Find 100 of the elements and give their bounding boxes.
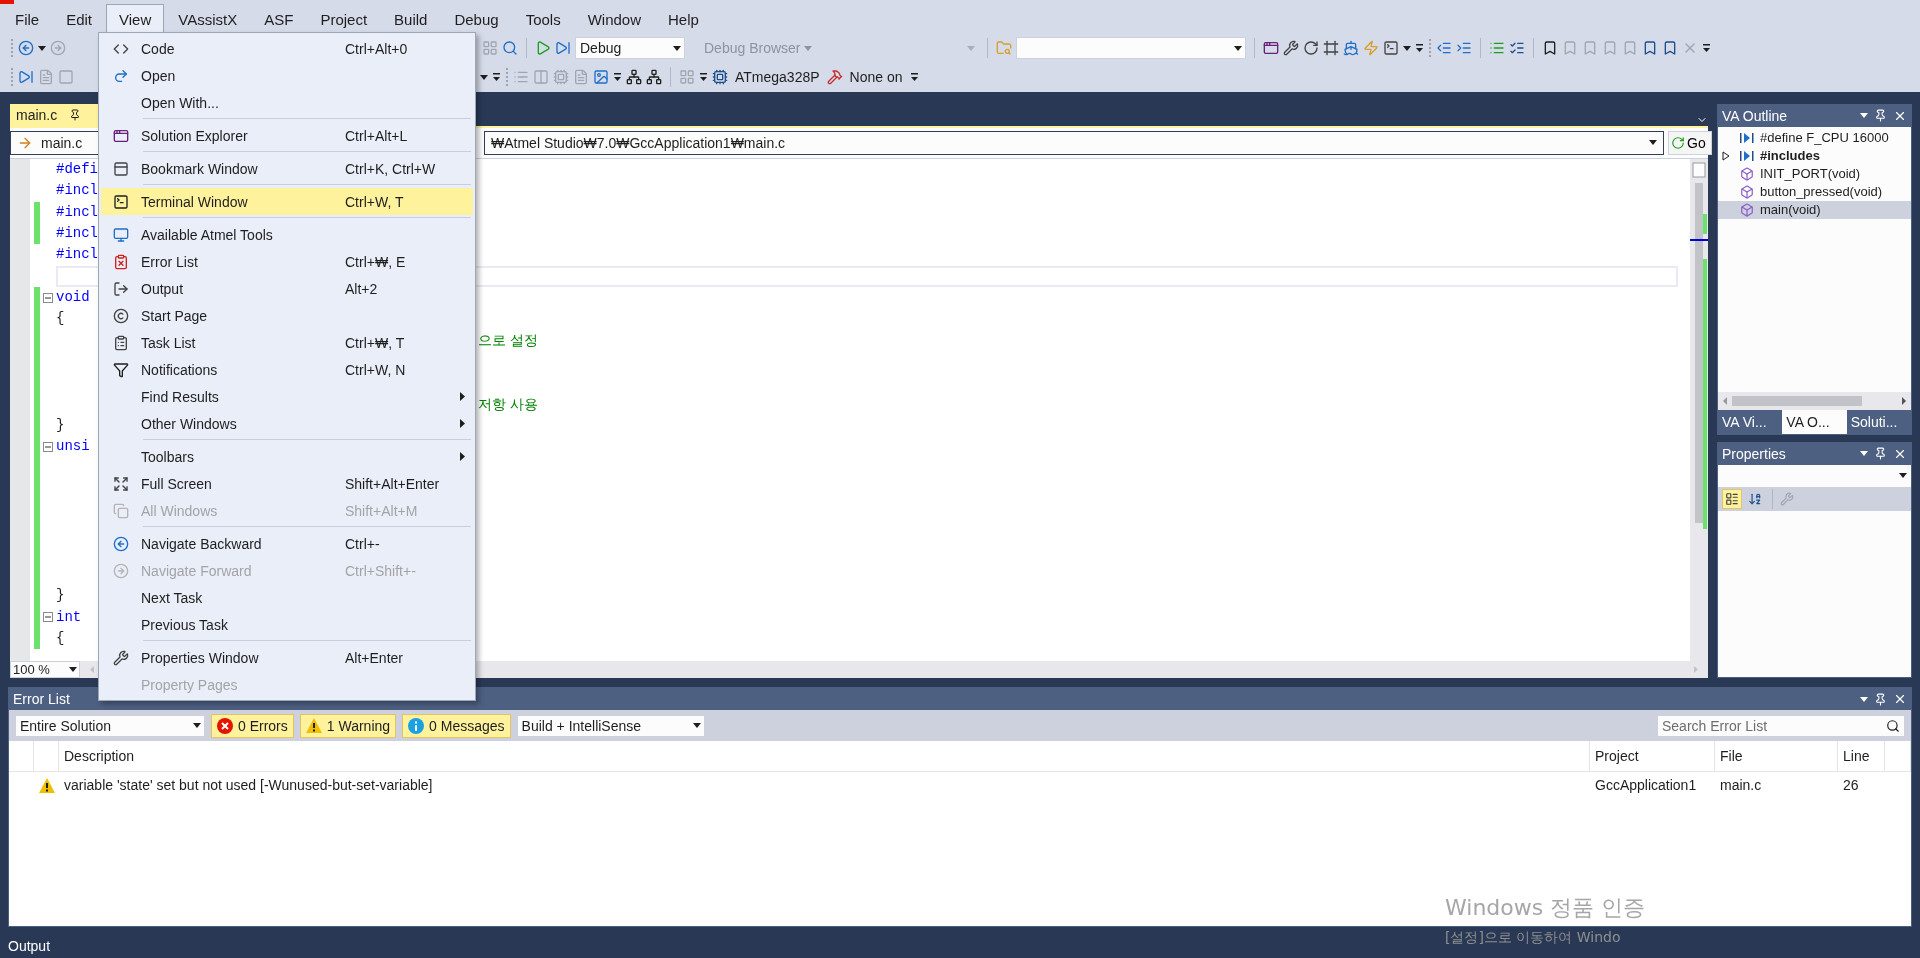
output-tab[interactable]: Output — [8, 938, 51, 954]
outline-item[interactable]: #define F_CPU 16000 — [1718, 128, 1911, 147]
collapse-icon[interactable] — [43, 292, 53, 303]
menu-item[interactable]: View — [106, 4, 165, 34]
overflow-icon[interactable] — [613, 72, 622, 83]
find-field[interactable] — [1015, 37, 1246, 60]
menu-entry[interactable]: Available Atmel Tools — [101, 221, 473, 248]
back-icon[interactable] — [18, 40, 34, 57]
filter-button[interactable]: 0 Messages — [402, 713, 511, 738]
overflow-icon[interactable] — [492, 72, 501, 83]
overflow-icon[interactable] — [1701, 43, 1711, 54]
configuration-dropdown[interactable]: Debug — [575, 37, 685, 60]
path-dropdown[interactable]: ₩Atmel Studio₩7.0₩GccApplication1₩main.c — [484, 130, 1664, 155]
pin-icon[interactable] — [69, 108, 82, 121]
column-header[interactable]: File — [1715, 741, 1838, 773]
menu-entry[interactable]: Navigate Backward Ctrl+- — [101, 530, 473, 557]
menu-entry[interactable]: Start Page — [101, 302, 473, 329]
overflow-icon[interactable] — [909, 72, 919, 83]
window-icon[interactable] — [1262, 40, 1279, 57]
caret-icon[interactable] — [480, 74, 488, 80]
menu-entry[interactable]: Full Screen Shift+Alt+Enter — [101, 470, 473, 497]
device-button[interactable]: ATmega328P — [732, 66, 823, 89]
grip-icon[interactable] — [505, 67, 509, 88]
collapse-icon[interactable] — [43, 441, 53, 452]
menu-item[interactable]: Build — [381, 4, 441, 34]
tool-button[interactable]: None on — [846, 66, 906, 89]
network-icon[interactable] — [646, 69, 662, 86]
terminal-icon[interactable] — [1382, 40, 1399, 57]
menu-item[interactable]: Project — [307, 4, 381, 34]
source-dropdown[interactable]: Build + IntelliSense — [516, 714, 705, 737]
column-header[interactable]: Line — [1838, 741, 1885, 773]
caret-icon[interactable] — [1899, 473, 1907, 479]
grip-icon[interactable] — [10, 38, 14, 59]
categorized-button[interactable] — [1722, 488, 1742, 509]
menu-item[interactable]: Debug — [441, 4, 512, 34]
network-icon[interactable] — [626, 69, 642, 86]
caret-icon[interactable] — [1402, 45, 1411, 51]
menu-item[interactable]: Help — [655, 4, 712, 34]
outline-item[interactable]: #includes — [1718, 146, 1911, 165]
scrollbar[interactable] — [1718, 391, 1911, 410]
menu-item[interactable]: VAssistX — [165, 4, 251, 34]
frame-icon[interactable] — [1322, 40, 1339, 57]
menu-entry[interactable]: Notifications Ctrl+W, N — [101, 356, 473, 383]
overflow-icon[interactable] — [1414, 43, 1424, 54]
skip-forward-icon[interactable] — [18, 69, 34, 86]
search-icon[interactable] — [502, 40, 518, 57]
collapse-icon[interactable] — [43, 612, 53, 623]
menu-entry[interactable]: Open With... — [101, 89, 473, 116]
column-header[interactable]: Project — [1590, 741, 1715, 773]
menu-entry[interactable]: Task List Ctrl+₩, T — [101, 329, 473, 356]
menu-item[interactable]: ASF — [251, 4, 307, 34]
caret-icon[interactable] — [1860, 696, 1868, 702]
search-field[interactable]: Search Error List — [1657, 714, 1905, 737]
outline-item[interactable]: INIT_PORT(void) — [1718, 164, 1911, 183]
outline-item[interactable]: main(void) — [1718, 200, 1911, 219]
menu-entry[interactable]: Previous Task — [101, 611, 473, 638]
caret-icon[interactable] — [38, 45, 46, 51]
pin-icon[interactable] — [1874, 109, 1887, 123]
go-button[interactable]: Go — [1668, 130, 1712, 155]
ship-icon[interactable] — [1342, 40, 1359, 57]
scrollbar[interactable] — [1690, 158, 1708, 661]
menu-entry[interactable]: Code Ctrl+Alt+0 — [101, 35, 473, 62]
menu-entry[interactable]: Error List Ctrl+₩, E — [101, 248, 473, 275]
caret-icon[interactable] — [1860, 451, 1868, 457]
column-header[interactable]: Description — [59, 741, 1590, 773]
menu-entry[interactable]: Toolbars — [101, 443, 473, 470]
menu-item[interactable]: Tools — [512, 4, 574, 34]
circular-arrow-icon[interactable] — [1302, 40, 1319, 57]
menu-entry[interactable]: Find Results — [101, 383, 473, 410]
menu-item[interactable]: File — [2, 4, 53, 34]
caret-icon[interactable] — [1233, 45, 1242, 51]
chip-icon[interactable] — [712, 69, 728, 86]
hammer-icon[interactable] — [826, 69, 843, 86]
menu-entry[interactable]: Next Task — [101, 584, 473, 611]
menu-entry[interactable]: Bookmark Window Ctrl+K, Ctrl+W — [101, 155, 473, 182]
panel-tab[interactable]: VA O... — [1782, 409, 1847, 434]
menu-entry[interactable]: Open — [101, 62, 473, 89]
skip-forward-icon[interactable] — [555, 40, 571, 57]
menu-entry[interactable]: Other Windows — [101, 410, 473, 437]
outline-item[interactable]: button_pressed(void) — [1718, 182, 1911, 201]
menu-entry[interactable]: Properties Window Alt+Enter — [101, 644, 473, 671]
menu-entry[interactable]: Output Alt+2 — [101, 275, 473, 302]
caret-icon[interactable] — [673, 45, 681, 51]
overflow-icon[interactable] — [699, 72, 708, 83]
menu-item[interactable]: Window — [574, 4, 654, 34]
filter-button[interactable]: 1 Warning — [299, 713, 397, 738]
pin-icon[interactable] — [1874, 692, 1887, 706]
menu-entry[interactable]: Terminal Window Ctrl+W, T — [101, 188, 473, 215]
filter-button[interactable]: 0 Errors — [211, 713, 294, 738]
caret-icon[interactable] — [1860, 113, 1868, 119]
scope-dropdown[interactable]: Entire Solution — [15, 714, 205, 737]
image-icon[interactable] — [593, 69, 609, 86]
menu-item[interactable]: Edit — [53, 4, 106, 34]
document-tab[interactable]: main.c — [10, 103, 98, 126]
wrench-icon[interactable] — [1282, 40, 1299, 57]
grip-icon[interactable] — [10, 67, 14, 88]
play-icon[interactable] — [535, 40, 551, 57]
expand-icon[interactable] — [1722, 150, 1730, 161]
grip-icon[interactable] — [1427, 38, 1432, 59]
pin-icon[interactable] — [1874, 447, 1887, 461]
